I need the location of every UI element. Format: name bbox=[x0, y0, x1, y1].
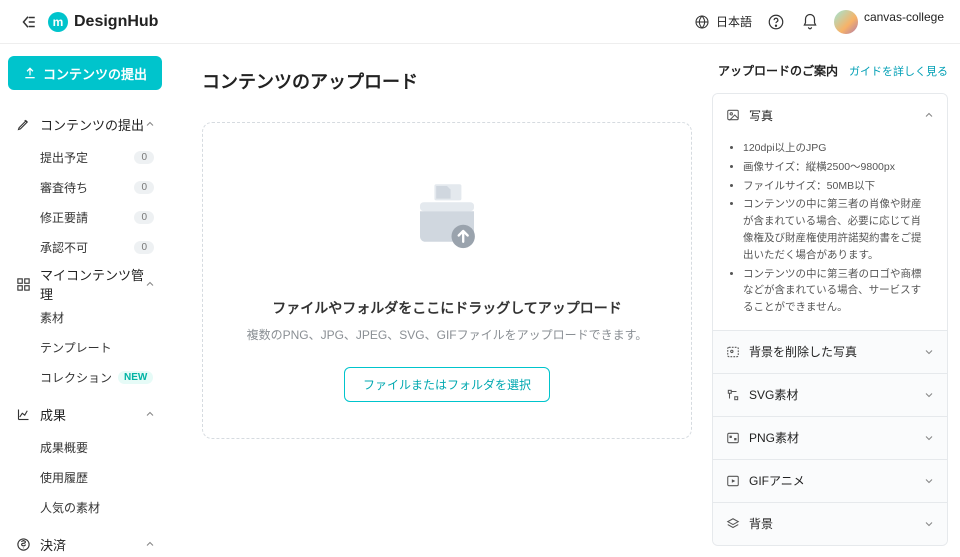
brand-name: DesignHub bbox=[74, 13, 158, 31]
logo-badge-icon: m bbox=[48, 12, 68, 32]
sidebar-item-collections[interactable]: コレクションNEW bbox=[8, 362, 162, 392]
guide-section-background[interactable]: 背景 bbox=[713, 503, 947, 545]
sidebar-item-rejected[interactable]: 承認不可0 bbox=[8, 232, 162, 262]
sidebar-item-revise[interactable]: 修正要請0 bbox=[8, 202, 162, 232]
username-label[interactable]: canvas-college bbox=[864, 10, 944, 24]
image-cut-icon bbox=[725, 345, 741, 359]
play-icon bbox=[725, 474, 741, 488]
chevron-down-icon bbox=[923, 518, 935, 530]
guide-section-png[interactable]: PNG素材 bbox=[713, 417, 947, 459]
collapse-icon bbox=[19, 13, 37, 31]
count-badge: 0 bbox=[134, 211, 154, 224]
sidebar-group-payment[interactable]: 決済 bbox=[8, 526, 162, 557]
vector-icon bbox=[725, 388, 741, 402]
upload-icon bbox=[23, 66, 37, 80]
sidebar-item-templates[interactable]: テンプレート bbox=[8, 332, 162, 362]
sidebar-group-mycontent[interactable]: マイコンテンツ管理 bbox=[8, 266, 162, 302]
guide-section-photo-body: 120dpi以上のJPG 画像サイズ：縦横2500〜9800px ファイルサイズ… bbox=[713, 136, 947, 330]
guide-bullet: 120dpi以上のJPG bbox=[743, 140, 931, 157]
guide-bullet: 画像サイズ：縦横2500〜9800px bbox=[743, 159, 931, 176]
chevron-up-icon bbox=[144, 278, 156, 290]
currency-icon bbox=[14, 537, 32, 552]
sidebar-item-popular[interactable]: 人気の素材 bbox=[8, 492, 162, 522]
guide-detail-link[interactable]: ガイドを詳しく見る bbox=[849, 63, 948, 79]
chart-icon bbox=[14, 407, 32, 422]
guide-bullet: コンテンツの中に第三者のロゴや商標などが含まれている場合、サービスすることができ… bbox=[743, 266, 931, 316]
layers-icon bbox=[725, 517, 741, 531]
guide-bullet: ファイルサイズ：50MB以下 bbox=[743, 178, 931, 195]
guide-title: アップロードのご案内 bbox=[718, 62, 849, 79]
help-button[interactable] bbox=[766, 12, 786, 32]
chevron-up-icon bbox=[144, 538, 156, 550]
guide-bullet: コンテンツの中に第三者の肖像や財産が含まれている場合、必要に応じて肖像権及び財産… bbox=[743, 196, 931, 263]
chevron-down-icon bbox=[923, 346, 935, 358]
count-badge: 0 bbox=[134, 181, 154, 194]
help-icon bbox=[767, 13, 785, 31]
globe-icon bbox=[692, 12, 712, 32]
chevron-down-icon bbox=[923, 432, 935, 444]
sidebar: コンテンツの提出 コンテンツの提出 提出予定0 審査待ち0 修正要請0 承認不可… bbox=[0, 44, 170, 557]
image-icon bbox=[725, 108, 741, 122]
app-header: m DesignHub 日本語 canvas-college bbox=[0, 0, 960, 44]
main-content: コンテンツのアップロード ファイルやフォルダをここにドラッグしてアップロード 複… bbox=[170, 44, 712, 557]
chevron-up-icon bbox=[923, 109, 935, 121]
new-badge: NEW bbox=[118, 371, 153, 384]
language-label: 日本語 bbox=[716, 13, 752, 30]
select-file-button[interactable]: ファイルまたはフォルダを選択 bbox=[344, 367, 550, 402]
sidebar-group-submission[interactable]: コンテンツの提出 bbox=[8, 106, 162, 142]
dropzone-title: ファイルやフォルダをここにドラッグしてアップロード bbox=[223, 298, 671, 318]
dropzone-subtitle: 複数のPNG、JPG、JPEG、SVG、GIFファイルをアップロードできます。 bbox=[223, 326, 671, 343]
guide-panel: アップロードのご案内 ガイドを詳しく見る 写真 120dpi以上のJPG 画像サ… bbox=[712, 44, 960, 557]
avatar-icon[interactable] bbox=[834, 10, 858, 34]
guide-section-gif[interactable]: GIFアニメ bbox=[713, 460, 947, 502]
sidebar-item-scheduled[interactable]: 提出予定0 bbox=[8, 142, 162, 172]
brand-logo[interactable]: m DesignHub bbox=[48, 12, 158, 32]
chevron-up-icon bbox=[144, 408, 156, 420]
sidebar-collapse-button[interactable] bbox=[16, 10, 40, 34]
upload-illustration-icon bbox=[402, 177, 492, 267]
page-title: コンテンツのアップロード bbox=[202, 68, 692, 94]
guide-section-bgremoved[interactable]: 背景を削除した写真 bbox=[713, 331, 947, 373]
language-selector[interactable]: 日本語 bbox=[692, 12, 752, 32]
sidebar-item-summary[interactable]: 成果概要 bbox=[8, 432, 162, 462]
grid-icon bbox=[14, 277, 32, 292]
submit-content-button[interactable]: コンテンツの提出 bbox=[8, 56, 162, 90]
sidebar-group-performance[interactable]: 成果 bbox=[8, 396, 162, 432]
pencil-icon bbox=[14, 117, 32, 132]
count-badge: 0 bbox=[134, 241, 154, 254]
guide-accordion: 写真 120dpi以上のJPG 画像サイズ：縦横2500〜9800px ファイル… bbox=[712, 93, 948, 546]
chevron-up-icon bbox=[144, 118, 156, 130]
guide-section-photo[interactable]: 写真 bbox=[713, 94, 947, 136]
chevron-down-icon bbox=[923, 389, 935, 401]
sidebar-item-assets[interactable]: 素材 bbox=[8, 302, 162, 332]
sidebar-item-review[interactable]: 審査待ち0 bbox=[8, 172, 162, 202]
chevron-down-icon bbox=[923, 475, 935, 487]
notifications-button[interactable] bbox=[800, 12, 820, 32]
bell-icon bbox=[801, 13, 819, 31]
count-badge: 0 bbox=[134, 151, 154, 164]
upload-dropzone[interactable]: ファイルやフォルダをここにドラッグしてアップロード 複数のPNG、JPG、JPE… bbox=[202, 122, 692, 439]
transparency-icon bbox=[725, 431, 741, 445]
sidebar-item-history[interactable]: 使用履歴 bbox=[8, 462, 162, 492]
submit-button-label: コンテンツの提出 bbox=[43, 64, 147, 83]
guide-section-svg[interactable]: SVG素材 bbox=[713, 374, 947, 416]
